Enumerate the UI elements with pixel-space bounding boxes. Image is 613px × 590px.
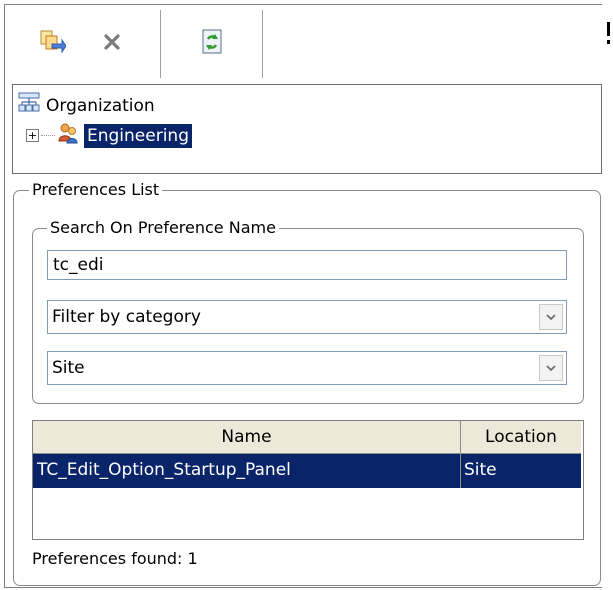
preferences-list-title: Preferences List <box>29 180 163 199</box>
table-row[interactable]: TC_Edit_Option_Startup_Panel Site <box>33 454 581 488</box>
tree-root-label: Organization <box>46 95 155 116</box>
preferences-found-status: Preferences found: 1 <box>32 549 198 568</box>
scope-select[interactable]: Site <box>47 351 567 385</box>
delete-button[interactable] <box>94 28 130 60</box>
expand-icon[interactable]: + <box>26 129 39 142</box>
scope-value: Site <box>52 358 85 378</box>
delete-icon <box>101 31 123 58</box>
preference-name-cell: TC_Edit_Option_Startup_Panel <box>37 460 291 480</box>
tree-item-engineering[interactable]: + Engineering <box>26 122 192 149</box>
add-preference-button[interactable] <box>34 28 70 60</box>
search-input[interactable]: tc_edi <box>47 250 567 280</box>
tree-item-label: Engineering <box>84 123 192 148</box>
organization-icon <box>18 92 40 119</box>
chevron-down-icon[interactable] <box>539 355 563 381</box>
chevron-down-icon[interactable] <box>539 304 563 330</box>
add-preference-icon <box>38 28 67 61</box>
edge-marker-dot <box>607 40 610 44</box>
category-filter-select[interactable]: Filter by category <box>47 300 567 334</box>
category-filter-value: Filter by category <box>52 307 201 327</box>
tree-connector <box>41 135 55 136</box>
preference-location-cell: Site <box>464 460 497 480</box>
toolbar-separator <box>262 10 263 78</box>
column-header-name[interactable]: Name <box>33 421 461 454</box>
tree-root-organization[interactable]: Organization <box>18 92 155 119</box>
group-users-icon <box>57 122 79 149</box>
edge-marker <box>607 22 610 36</box>
toolbar-separator <box>160 10 161 78</box>
refresh-button[interactable] <box>194 28 230 60</box>
column-header-location[interactable]: Location <box>461 421 581 454</box>
preferences-table[interactable]: Name Location TC_Edit_Option_Startup_Pan… <box>32 420 584 540</box>
refresh-icon <box>200 29 224 60</box>
search-group-title: Search On Preference Name <box>47 218 279 237</box>
column-divider <box>460 454 461 488</box>
panel-edge <box>603 4 613 590</box>
